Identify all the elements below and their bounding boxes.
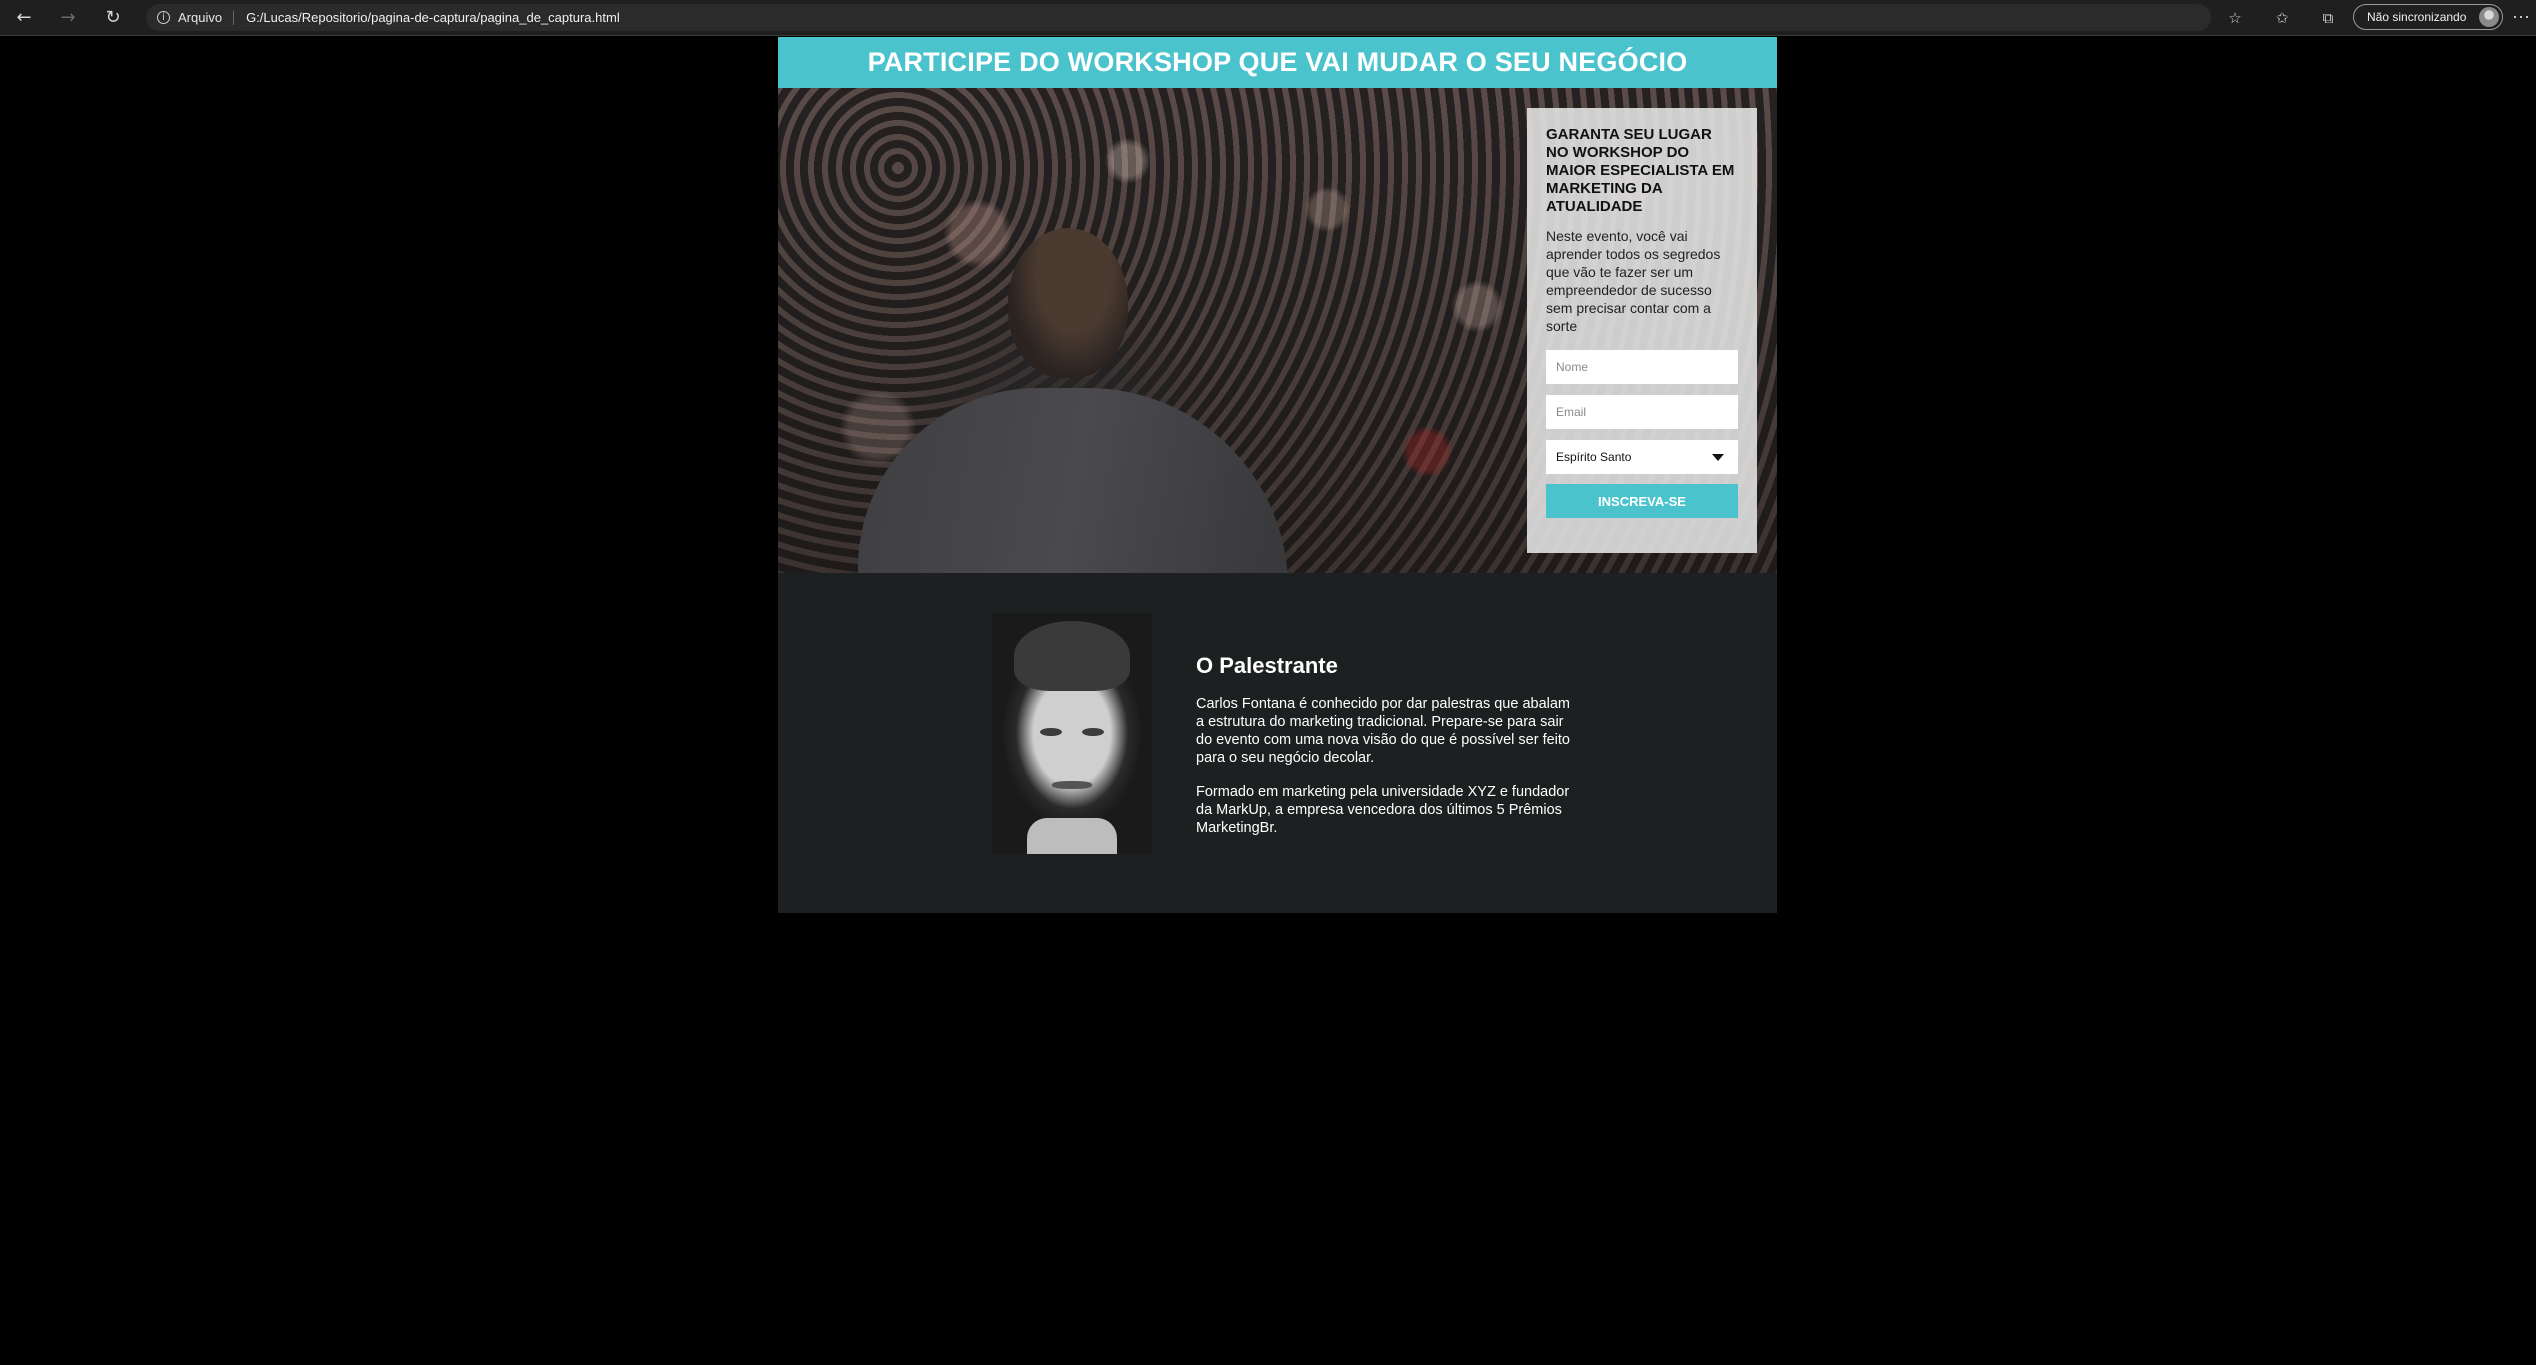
portrait-hair [1014,621,1130,691]
hero-section: GARANTA SEU LUGAR NO WORKSHOP DO MAIOR E… [778,88,1777,573]
portrait-right-eye [1082,728,1104,736]
url-text[interactable]: G:/Lucas/Repositorio/pagina-de-captura/p… [246,10,620,25]
banner-title: PARTICIPE DO WORKSHOP QUE VAI MUDAR O SE… [867,47,1688,77]
portrait-neck [1027,818,1117,854]
more-menu-icon[interactable]: ⋯ [2510,4,2532,31]
collections-icon[interactable]: ⧉ [2316,6,2340,30]
address-separator [233,10,235,25]
email-field[interactable] [1546,395,1738,429]
portrait-mouth [1052,781,1092,789]
form-heading: GARANTA SEU LUGAR NO WORKSHOP DO MAIOR E… [1546,126,1735,215]
portrait-left-eye [1040,728,1062,736]
sync-label: Não sincronizando [2367,10,2467,24]
speaker-paragraph-2: Formado em marketing pela universidade X… [1196,784,1570,836]
speaker-paragraph-1: Carlos Fontana é conhecido por dar pales… [1196,696,1571,766]
state-selected-value: Espírito Santo [1556,450,1632,464]
speaker-title: O Palestrante [1196,653,1338,678]
reload-icon[interactable]: ↻ [99,4,127,31]
landing-page: PARTICIPE DO WORKSHOP QUE VAI MUDAR O SE… [778,37,1777,913]
profile-sync-button[interactable]: Não sincronizando [2353,4,2503,30]
speaker-portrait [992,613,1152,854]
info-icon[interactable]: i [157,11,170,24]
name-field[interactable] [1546,350,1738,384]
speaker-bio: O Palestrante Carlos Fontana é conhecido… [1196,653,1576,837]
form-description: Neste evento, você vai aprender todos os… [1546,228,1721,334]
speaker-photo [858,228,1288,573]
address-bar[interactable]: i Arquivo G:/Lucas/Repositorio/pagina-de… [146,4,2211,31]
profile-avatar [2479,7,2499,27]
security-label: Arquivo [178,10,223,25]
signup-form: GARANTA SEU LUGAR NO WORKSHOP DO MAIOR E… [1527,108,1757,553]
caret-down-icon [1712,453,1724,461]
state-select[interactable]: Espírito Santo [1546,440,1738,474]
browser-toolbar: ← → ↻ i Arquivo G:/Lucas/Repositorio/pag… [0,0,2536,36]
speaker-head [1008,228,1128,378]
back-arrow-icon[interactable]: ← [10,4,38,31]
add-favorite-star-icon[interactable]: ☆ [2223,6,2247,30]
forward-arrow-icon[interactable]: → [54,4,82,31]
subscribe-button[interactable]: INSCREVA-SE [1546,484,1738,518]
speaker-body [858,388,1288,573]
speaker-section: O Palestrante Carlos Fontana é conhecido… [778,573,1777,913]
favorites-icon[interactable]: ✩ [2270,6,2294,30]
top-banner: PARTICIPE DO WORKSHOP QUE VAI MUDAR O SE… [778,37,1777,88]
